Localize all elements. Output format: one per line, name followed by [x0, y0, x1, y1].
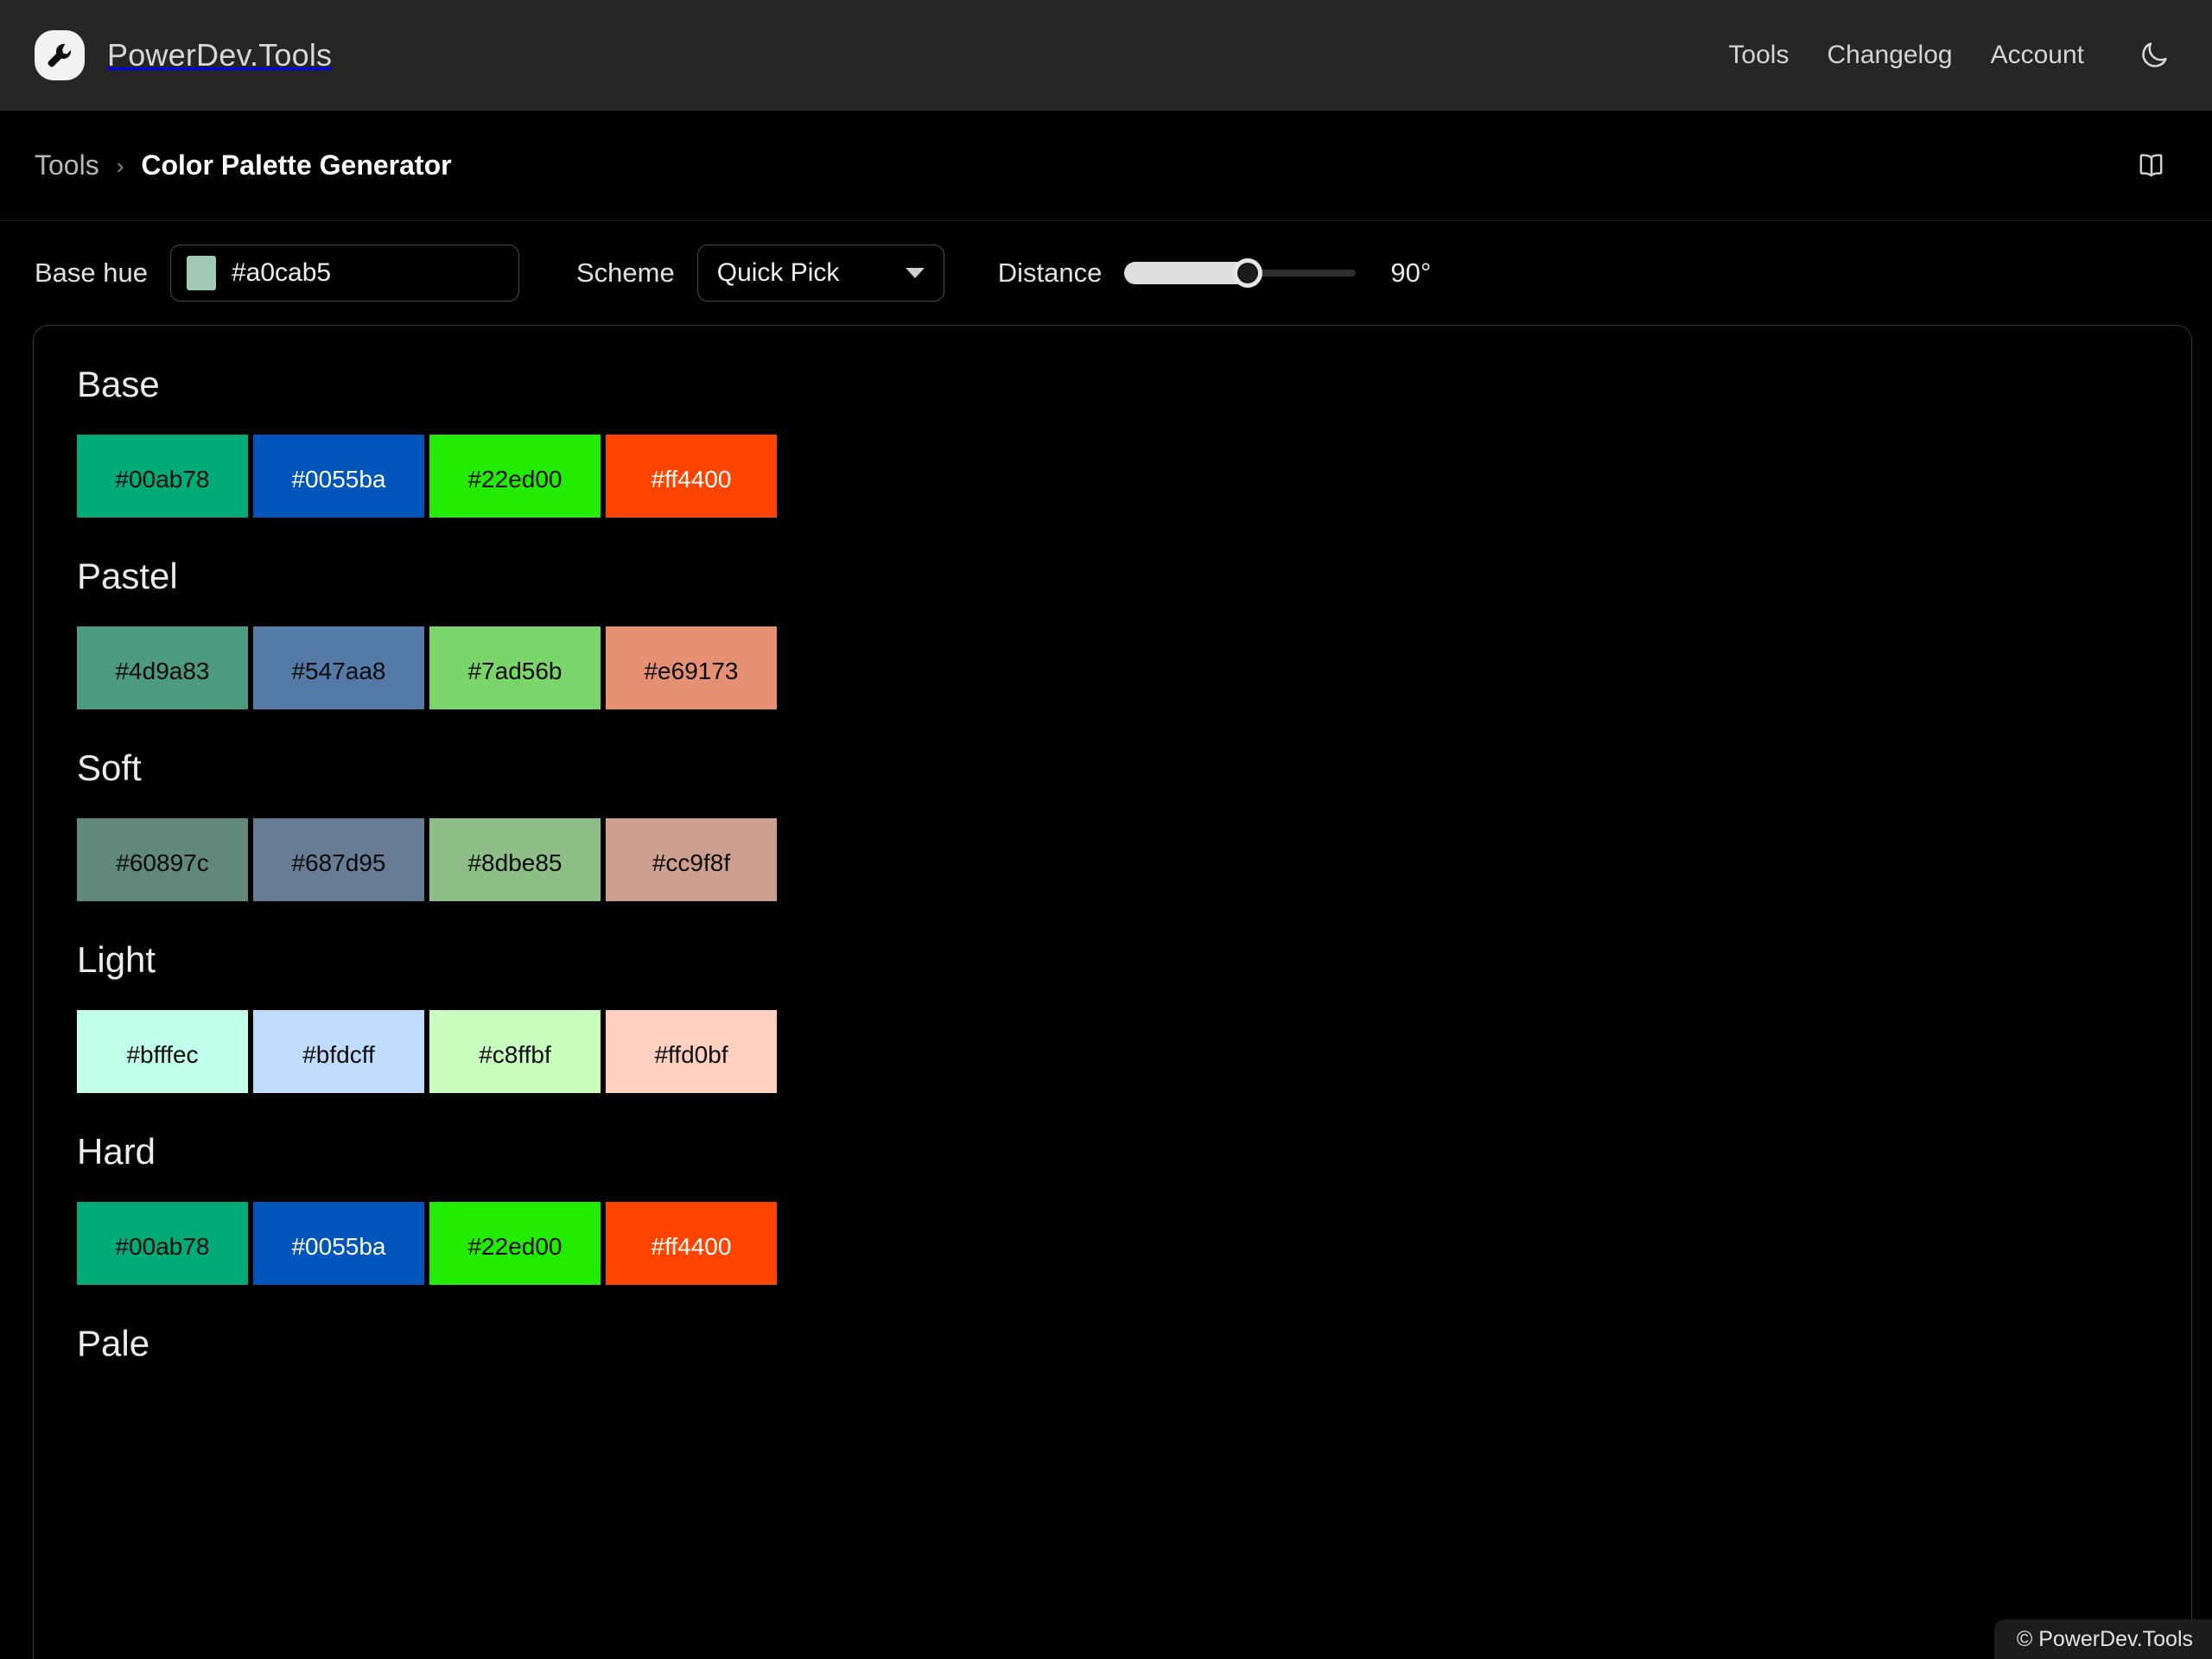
swatch-row: #00ab78 #0055ba #22ed00 #ff4400: [77, 435, 2191, 518]
scheme-selected-value: Quick Pick: [716, 258, 840, 287]
color-swatch[interactable]: #00ab78: [77, 1202, 248, 1285]
base-hue-value: #a0cab5: [232, 258, 332, 287]
palette-group: Light #bfffec #bfdcff #c8ffbf #ffd0bf: [77, 939, 2191, 1093]
color-swatch[interactable]: #60897c: [77, 818, 248, 901]
palette-group-title: Pale: [77, 1323, 150, 1363]
color-swatch[interactable]: #8dbe85: [429, 818, 601, 901]
scheme-dropdown[interactable]: Quick Pick: [696, 245, 944, 302]
swatch-row: #bfffec #bfdcff #c8ffbf #ffd0bf: [77, 1010, 2191, 1093]
color-swatch[interactable]: #c8ffbf: [429, 1010, 601, 1093]
color-swatch[interactable]: #4d9a83: [77, 626, 248, 709]
slider-fill: [1124, 262, 1252, 284]
scheme-label: Scheme: [576, 257, 675, 288]
distance-slider[interactable]: [1124, 256, 1357, 290]
color-swatch[interactable]: #bfffec: [77, 1010, 248, 1093]
nav-item-tools[interactable]: Tools: [1728, 41, 1789, 70]
copyright-text: © PowerDev.Tools: [2016, 1626, 2193, 1651]
chevron-right-icon: ›: [116, 152, 124, 179]
breadcrumb: Tools › Color Palette Generator: [35, 149, 452, 181]
swatch-row: #00ab78 #0055ba #22ed00 #ff4400: [77, 1202, 2191, 1285]
palette-group-title: Light: [77, 939, 156, 980]
palette-group: Soft #60897c #687d95 #8dbe85 #cc9f8f: [77, 747, 2191, 901]
page-surface: Tools › Color Palette Generator Base hue…: [0, 111, 2212, 1659]
base-hue-control: Base hue #a0cab5: [35, 245, 519, 302]
brand-name: PowerDev.Tools: [107, 37, 333, 73]
slider-thumb[interactable]: [1233, 258, 1263, 288]
color-swatch[interactable]: #cc9f8f: [606, 818, 777, 901]
page-title: Color Palette Generator: [141, 149, 452, 181]
palette-group: Pastel #4d9a83 #547aa8 #7ad56b #e69173: [77, 556, 2191, 709]
base-hue-swatch[interactable]: [187, 256, 216, 290]
color-swatch[interactable]: #547aa8: [253, 626, 424, 709]
swatch-row: #4d9a83 #547aa8 #7ad56b #e69173: [77, 626, 2191, 709]
palette-group: Hard #00ab78 #0055ba #22ed00 #ff4400: [77, 1131, 2191, 1285]
palette-group-title: Base: [77, 364, 160, 404]
footer-copyright-badge: © PowerDev.Tools: [1993, 1619, 2212, 1659]
distance-value: 90°: [1390, 257, 1432, 288]
base-hue-input[interactable]: #a0cab5: [170, 245, 519, 302]
palette-group-title: Soft: [77, 747, 142, 788]
color-swatch[interactable]: #bfdcff: [253, 1010, 424, 1093]
distance-control: Distance 90°: [997, 256, 1432, 290]
base-hue-label: Base hue: [35, 257, 148, 288]
palette-group-title: Hard: [77, 1131, 156, 1172]
color-swatch[interactable]: #22ed00: [429, 1202, 601, 1285]
color-swatch[interactable]: #22ed00: [429, 435, 601, 518]
breadcrumb-bar: Tools › Color Palette Generator: [0, 111, 2212, 221]
palette-card: Base #00ab78 #0055ba #22ed00 #ff4400 Pastel #4…: [33, 325, 2192, 1659]
chevron-down-icon: [905, 268, 925, 278]
open-book-icon[interactable]: [2129, 143, 2174, 188]
primary-nav: Tools Changelog Account: [1728, 35, 2174, 75]
moon-icon[interactable]: [2134, 35, 2174, 75]
color-swatch[interactable]: #0055ba: [253, 1202, 424, 1285]
palette-group: Base #00ab78 #0055ba #22ed00 #ff4400: [77, 364, 2191, 518]
color-swatch[interactable]: #e69173: [606, 626, 777, 709]
color-swatch[interactable]: #687d95: [253, 818, 424, 901]
nav-item-account[interactable]: Account: [1991, 41, 2084, 70]
color-swatch[interactable]: #ff4400: [606, 435, 777, 518]
wrench-logo-icon: [35, 30, 85, 80]
color-swatch[interactable]: #00ab78: [77, 435, 248, 518]
scheme-control: Scheme Quick Pick: [576, 245, 944, 302]
breadcrumb-item-tools[interactable]: Tools: [35, 149, 99, 181]
top-navigation-bar: PowerDev.Tools Tools Changelog Account: [0, 0, 2212, 111]
palette-group: Pale: [77, 1323, 2191, 1364]
color-swatch[interactable]: #7ad56b: [429, 626, 601, 709]
color-swatch[interactable]: #ffd0bf: [606, 1010, 777, 1093]
nav-item-changelog[interactable]: Changelog: [1827, 41, 1952, 70]
distance-label: Distance: [997, 257, 1103, 288]
color-swatch[interactable]: #0055ba: [253, 435, 424, 518]
brand-home-link[interactable]: PowerDev.Tools: [35, 30, 332, 80]
swatch-row: #60897c #687d95 #8dbe85 #cc9f8f: [77, 818, 2191, 901]
color-swatch[interactable]: #ff4400: [606, 1202, 777, 1285]
palette-group-title: Pastel: [77, 556, 178, 596]
controls-row: Base hue #a0cab5 Scheme Quick Pick Dista…: [0, 221, 2212, 325]
